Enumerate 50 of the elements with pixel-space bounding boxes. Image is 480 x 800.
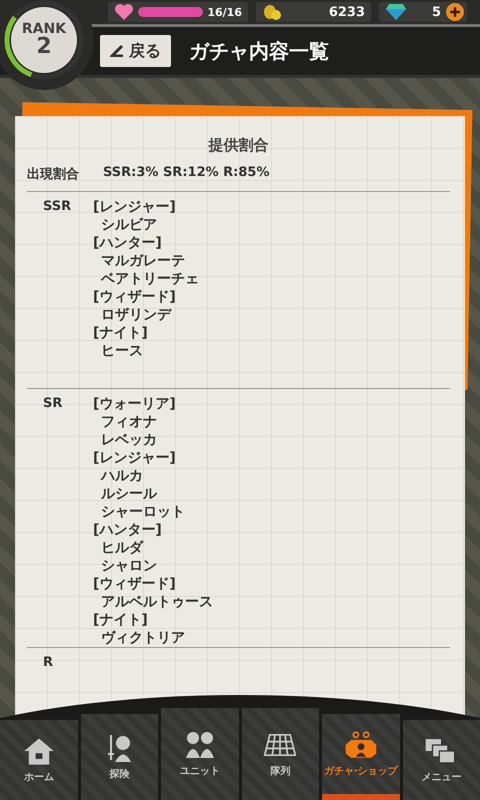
- gem-icon: [385, 3, 407, 21]
- unit-name: ベアトリーチェ: [100, 270, 199, 288]
- unit-name: シャーロット: [100, 503, 185, 521]
- unit-name: ヒルダ: [100, 539, 143, 557]
- class-label: [レンジャー]: [93, 198, 176, 216]
- page-title: ガチャ内容一覧: [189, 38, 329, 64]
- gems-value: 5: [432, 4, 441, 20]
- stamina-value: 16/16: [207, 6, 242, 18]
- nav-tab[interactable]: 隊列: [242, 708, 319, 800]
- unit-name: ロザリンデ: [100, 306, 171, 324]
- class-label: [ウィザード]: [93, 288, 176, 306]
- class-label: [ナイト]: [93, 611, 148, 629]
- add-gems-button[interactable]: [445, 2, 465, 22]
- card-heading: 提供割合: [207, 136, 270, 155]
- class-label: [ウィザード]: [93, 575, 176, 593]
- capsule-machine-icon: [344, 730, 378, 760]
- heart-icon: [114, 3, 134, 21]
- rarity-label: R: [43, 654, 54, 672]
- coins-icon: [262, 3, 282, 21]
- unit-name: アルベルトゥース: [100, 593, 213, 611]
- unit-name: ヴィクトリア: [100, 629, 185, 647]
- unit-name: マルガレーテ: [100, 252, 185, 270]
- back-button[interactable]: 戻る: [100, 35, 171, 67]
- nav-tab[interactable]: メニュー: [402, 720, 480, 800]
- rank-label: RANK: [22, 22, 66, 36]
- unit-name: フィオナ: [100, 413, 157, 431]
- nav-tab[interactable]: 探険: [80, 714, 158, 800]
- nav-tab[interactable]: ホーム: [0, 720, 78, 800]
- house-icon: [22, 736, 56, 766]
- class-label: [ウォーリア]: [93, 395, 176, 413]
- rate-label: 出現割合: [27, 166, 79, 183]
- rate-value: SSR:3% SR:12% R:85%: [103, 165, 270, 182]
- rank-value: 2: [36, 36, 52, 58]
- rarity-label: SR: [43, 395, 64, 413]
- rarity-label: SSR: [43, 198, 72, 216]
- nav-tab[interactable]: ユニット: [161, 708, 238, 800]
- unit-name: シャロン: [100, 557, 157, 575]
- unit-name: ハルカ: [99, 467, 143, 485]
- unit-name: レベッカ: [100, 431, 157, 449]
- unit-name: シルビア: [100, 216, 157, 234]
- unit-name: ヒース: [100, 342, 143, 360]
- unit-name: ルシール: [100, 485, 157, 503]
- stamina-bar: [138, 7, 204, 17]
- class-label: [ナイト]: [93, 324, 148, 342]
- class-label: [ハンター]: [93, 521, 162, 539]
- class-label: [ハンター]: [93, 234, 162, 252]
- nav-tab[interactable]: ガチャ·ショップ: [322, 714, 400, 800]
- plus-icon: [449, 6, 461, 18]
- class-label: [レンジャー]: [93, 449, 176, 467]
- coins-value: 6233: [328, 4, 365, 20]
